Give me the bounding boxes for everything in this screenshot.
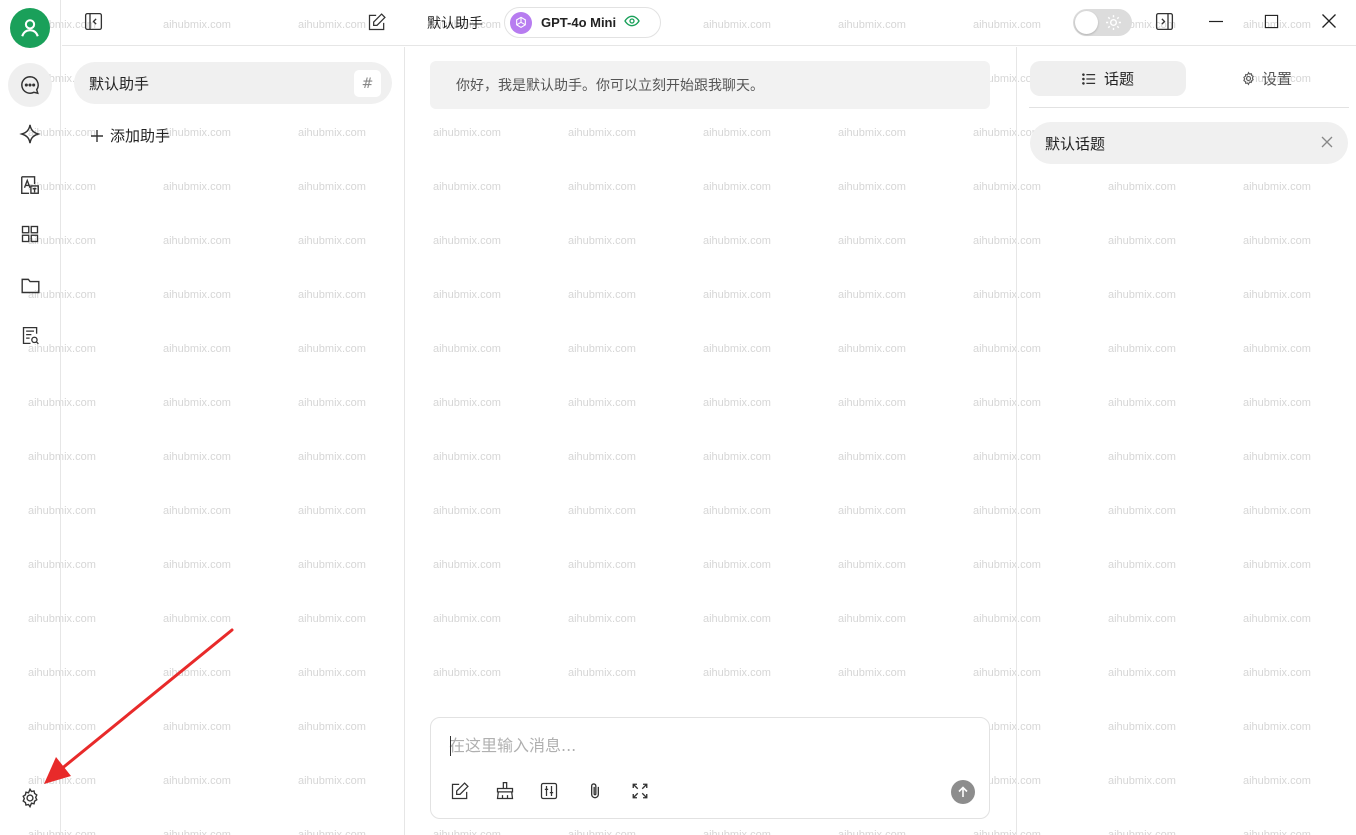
toggle-knob (1075, 11, 1098, 34)
close-icon[interactable] (1320, 135, 1334, 149)
doc-search-icon[interactable] (8, 313, 52, 357)
left-rail (0, 0, 61, 835)
tab-topics-label: 话题 (1103, 70, 1134, 88)
assistant-title: 默认助手 (427, 16, 483, 32)
send-button[interactable] (951, 780, 975, 804)
tab-divider (1029, 107, 1349, 108)
add-assistant-label: 添加助手 (110, 127, 171, 145)
chat-icon[interactable] (8, 63, 52, 107)
translate-icon[interactable] (8, 163, 52, 207)
topic-item-label: 默认话题 (1045, 134, 1106, 153)
message-composer (430, 717, 990, 819)
topic-item[interactable]: 默认话题 (1030, 122, 1348, 164)
clear-broom-icon[interactable] (494, 780, 516, 802)
theme-toggle[interactable] (1073, 9, 1132, 36)
model-name: GPT-4o Mini (541, 15, 617, 30)
vision-eye-icon (624, 13, 640, 33)
settings-sliders-icon[interactable] (538, 780, 560, 802)
tab-topics[interactable]: 话题 (1030, 61, 1186, 96)
greeting-message: 你好，我是默认助手。你可以立刻开始跟我聊天。 (430, 61, 990, 109)
assistant-item[interactable]: 默认助手 # (74, 62, 392, 104)
app-window: aihubmix.com aihubmix.com aihubmix.com aihu… (0, 0, 1356, 835)
topics-panel: 话题 设置 默认话题 (1016, 47, 1356, 835)
new-chat-edit-icon[interactable] (366, 11, 388, 33)
close-window-icon[interactable] (1319, 11, 1339, 31)
tab-settings[interactable]: 设置 (1241, 61, 1292, 96)
gear-icon (1243, 71, 1254, 86)
avatar[interactable] (10, 8, 50, 48)
tab-settings-label: 设置 (1262, 70, 1293, 88)
add-assistant-button[interactable]: 添加助手 (90, 125, 170, 146)
collapse-sidebar-icon[interactable] (82, 10, 104, 32)
plus-icon (91, 129, 103, 142)
folder-icon[interactable] (8, 263, 52, 307)
arrow-up-icon (958, 786, 968, 797)
top-bar: 默认助手 GPT-4o Mini (62, 0, 1356, 46)
chat-area: 你好，我是默认助手。你可以立刻开始跟我聊天。 (406, 47, 1015, 835)
sun-icon (1106, 15, 1121, 30)
message-input[interactable] (449, 730, 949, 760)
new-topic-icon[interactable] (449, 780, 471, 802)
sparkle-icon[interactable] (8, 112, 52, 156)
model-selector[interactable]: GPT-4o Mini (504, 7, 661, 38)
assistant-list: 默认助手 # 添加助手 (62, 47, 405, 835)
apps-grid-icon[interactable] (8, 212, 52, 256)
text-caret (450, 736, 451, 756)
attachment-clip-icon[interactable] (584, 780, 606, 802)
toggle-topics-panel-icon[interactable] (1153, 10, 1175, 32)
expand-icon[interactable] (629, 780, 651, 802)
maximize-icon[interactable] (1261, 11, 1281, 31)
assistant-item-label: 默认助手 (89, 74, 150, 93)
openai-logo-icon (510, 11, 532, 34)
hash-icon[interactable]: # (354, 70, 381, 97)
list-icon (1082, 72, 1096, 85)
gear-icon[interactable] (8, 776, 52, 820)
minimize-icon[interactable] (1206, 11, 1226, 31)
